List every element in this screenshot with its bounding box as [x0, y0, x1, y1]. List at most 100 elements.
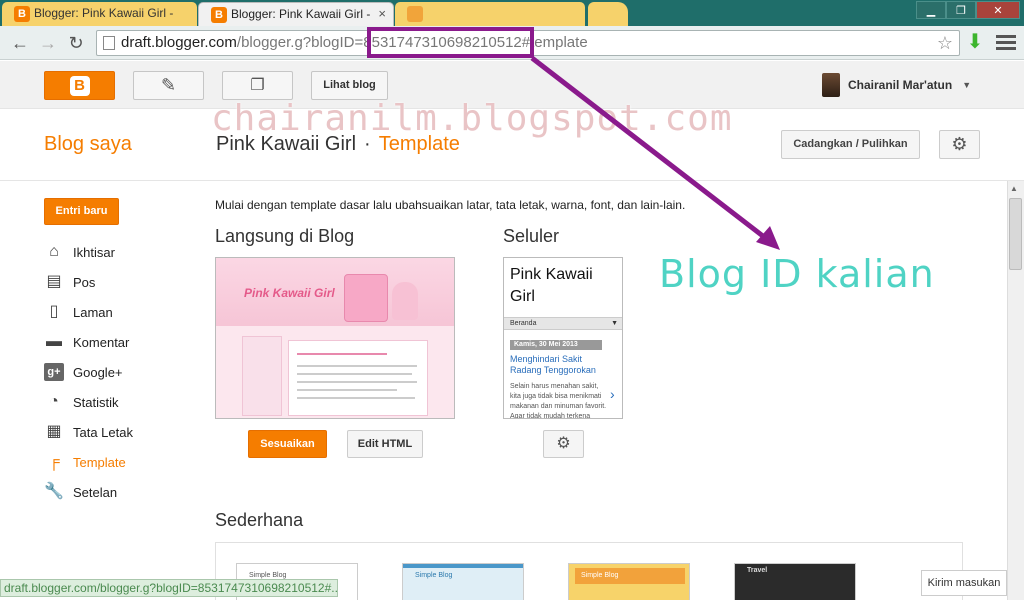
- blog-id-highlight-box: [367, 27, 534, 58]
- blogger-favicon-icon: B: [14, 6, 30, 22]
- sidebar-item-label: Tata Letak: [73, 424, 133, 440]
- mobile-title: Seluler: [503, 226, 560, 246]
- preview-line: [297, 389, 397, 391]
- settings-gear-button[interactable]: ⚙: [939, 130, 980, 159]
- preview-header-card: [344, 274, 388, 322]
- browser-tab-3-blurred[interactable]: [395, 2, 585, 26]
- sidebar-item-layout[interactable]: ▦ Tata Letak: [44, 417, 194, 447]
- sidebar-item-posts[interactable]: ▤ Pos: [44, 267, 194, 297]
- simple-section-title: Sederhana: [215, 510, 304, 530]
- chevron-right-icon: ›: [610, 386, 615, 402]
- desktop-template-preview[interactable]: Pink Kawaii Girl: [215, 257, 455, 419]
- header-divider: [0, 180, 1024, 181]
- simple-template-thumb[interactable]: Simple Blog: [568, 563, 690, 600]
- page-icon: [103, 36, 115, 50]
- sidebar-item-label: Google+: [73, 364, 123, 380]
- sidebar-item-overview[interactable]: ⌂ Ikhtisar: [44, 237, 194, 267]
- documents-icon: ❐: [250, 77, 265, 94]
- browser-menu-icon[interactable]: [996, 32, 1016, 52]
- dropdown-arrow-icon: ▼: [611, 320, 618, 327]
- sidebar-item-comments[interactable]: ▬ Komentar: [44, 327, 194, 357]
- preview-line: [297, 381, 417, 383]
- wrench-icon: 🔧: [44, 483, 64, 500]
- mobile-template-preview[interactable]: Pink Kawaii Girl Beranda ▼ Kamis, 30 Mei…: [503, 257, 623, 419]
- sidebar-item-label: Komentar: [73, 334, 130, 350]
- scrollbar-thumb[interactable]: [1009, 198, 1022, 270]
- home-icon: ⌂: [49, 243, 59, 260]
- edit-html-button[interactable]: Edit HTML: [347, 430, 423, 458]
- sidebar-item-google-plus[interactable]: g+ Google+: [44, 357, 194, 387]
- scroll-up-icon[interactable]: ▲: [1010, 184, 1018, 193]
- thumb-label: Travel: [747, 567, 768, 574]
- preview-line: [297, 353, 387, 355]
- mobile-preview-date: Kamis, 30 Mei 2013: [510, 340, 602, 350]
- gear-icon: ⚙: [556, 435, 571, 452]
- blogger-favicon-icon: B: [211, 7, 227, 23]
- mobile-preview-post-title: Menghindari Sakit Radang Tenggorokan: [510, 354, 596, 375]
- back-arrow-icon[interactable]: ←: [8, 31, 32, 55]
- preview-line: [297, 365, 417, 367]
- browser-status-bar: draft.blogger.com/blogger.g?blogID=85317…: [0, 579, 338, 597]
- new-post-pencil-button[interactable]: ✎: [133, 71, 204, 100]
- sidebar-item-settings[interactable]: 🔧 Setelan: [44, 477, 194, 507]
- tab-2-title: Blogger: Pink Kawaii Girl -: [231, 7, 371, 21]
- new-tab-button[interactable]: [588, 2, 628, 26]
- url-host: draft.blogger.com: [121, 34, 237, 51]
- mobile-settings-button[interactable]: ⚙: [543, 430, 584, 458]
- sidebar-item-template[interactable]: ╒ Template: [44, 447, 194, 477]
- template-icon: ╒: [48, 453, 60, 470]
- mobile-preview-post-body: Selain harus menahan sakit, kita juga ti…: [510, 383, 607, 419]
- sidebar-item-label: Template: [73, 454, 126, 470]
- mobile-preview-nav-label: Beranda: [510, 320, 537, 327]
- backup-restore-button[interactable]: Cadangkan / Pulihkan: [781, 130, 920, 159]
- avatar: [822, 73, 840, 97]
- preview-sidebar: [242, 336, 282, 416]
- thumb-label: Simple Blog: [581, 572, 619, 579]
- preview-line: [297, 397, 415, 399]
- forward-arrow-icon[interactable]: →: [36, 31, 60, 55]
- thumb-band: [403, 564, 523, 568]
- sidebar-item-label: Pos: [73, 274, 96, 290]
- browser-tab-2-active[interactable]: B Blogger: Pink Kawaii Girl - ×: [198, 2, 394, 26]
- travel-template-thumb[interactable]: Travel: [734, 563, 856, 600]
- customize-button[interactable]: Sesuaikan: [248, 430, 327, 458]
- simple-template-thumb[interactable]: Simple Blog: [402, 563, 524, 600]
- tab-close-icon[interactable]: ×: [378, 3, 386, 25]
- sidebar-item-stats[interactable]: ◔ Statistik: [44, 387, 194, 417]
- account-menu[interactable]: Chairanil Mar'atun ▼: [822, 73, 971, 97]
- browser-tab-1[interactable]: B Blogger: Pink Kawaii Girl -: [2, 2, 197, 26]
- my-blogs-link[interactable]: Blog saya: [44, 133, 132, 156]
- browser-tab-bar: B Blogger: Pink Kawaii Girl - B Blogger:…: [0, 0, 1024, 26]
- blogger-logo-icon: B: [69, 76, 90, 96]
- sidebar-item-pages[interactable]: ▯ Laman: [44, 297, 194, 327]
- reload-icon[interactable]: ↻: [64, 31, 88, 55]
- download-extension-icon[interactable]: ⬇: [966, 31, 984, 53]
- layout-icon: ▦: [46, 423, 62, 440]
- blogger-logo-button[interactable]: B: [44, 71, 115, 100]
- view-blog-button[interactable]: Lihat blog: [311, 71, 388, 100]
- sidebar-item-label: Ikhtisar: [73, 244, 115, 260]
- template-intro-text: Mulai dengan template dasar lalu ubahsua…: [215, 198, 686, 212]
- new-post-button[interactable]: Entri baru: [44, 198, 119, 225]
- tab-favicon-icon: [407, 6, 423, 22]
- mobile-preview-title: Pink Kawaii Girl: [510, 266, 593, 305]
- chevron-down-icon: ▼: [962, 80, 972, 90]
- window-close-icon[interactable]: ✕: [976, 1, 1020, 19]
- comments-icon: ▬: [46, 333, 62, 350]
- send-feedback-button[interactable]: Kirim masukan: [921, 570, 1007, 596]
- blog-id-annotation: Blog ID kalian: [659, 252, 935, 296]
- sidebar-item-label: Setelan: [73, 484, 118, 500]
- pencil-icon: ✎: [160, 75, 177, 95]
- sidebar-item-label: Statistik: [73, 394, 119, 410]
- posts-list-button[interactable]: ❐: [222, 71, 293, 100]
- bookmark-star-icon[interactable]: ☆: [937, 31, 953, 55]
- preview-post-area: [288, 340, 428, 416]
- restore-icon[interactable]: ❐: [946, 1, 976, 19]
- window-controls: ▁ ❐ ✕: [916, 1, 1020, 21]
- preview-blog-title: Pink Kawaii Girl: [244, 286, 335, 300]
- posts-icon: ▤: [46, 273, 62, 290]
- minimize-icon[interactable]: ▁: [916, 1, 946, 19]
- stats-icon: ◔: [49, 393, 59, 410]
- gear-icon: ⚙: [951, 134, 968, 154]
- sidebar-item-label: Laman: [73, 304, 113, 320]
